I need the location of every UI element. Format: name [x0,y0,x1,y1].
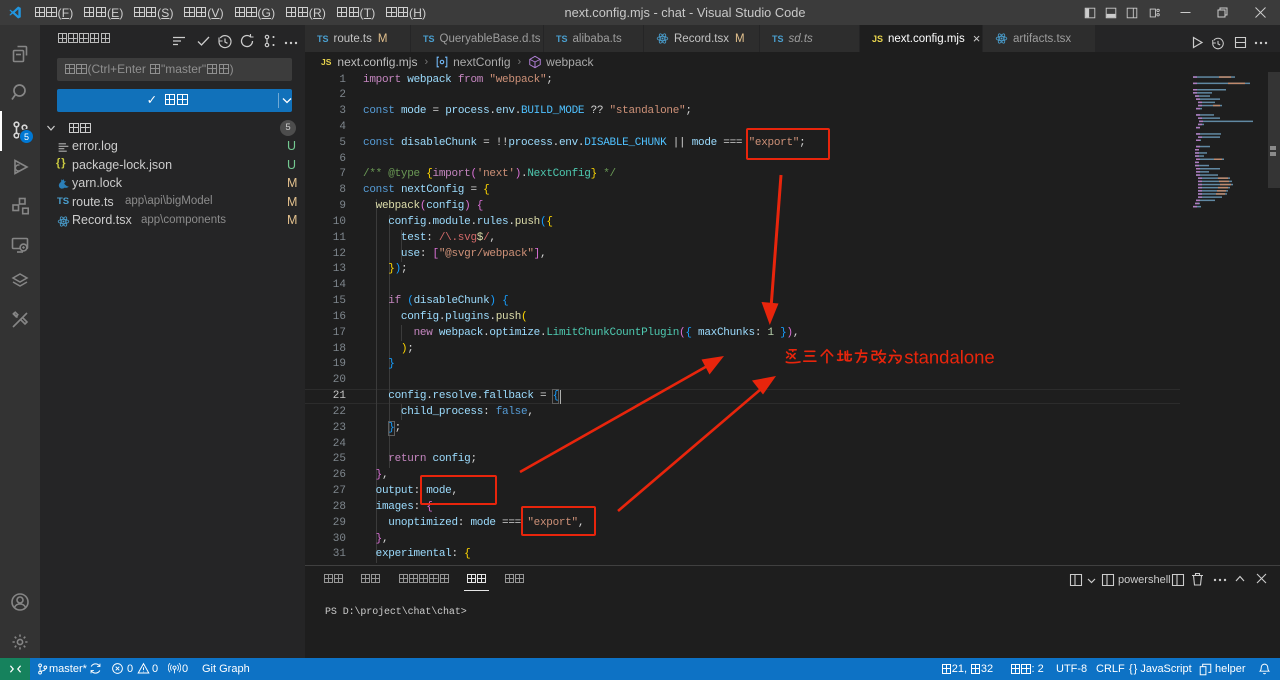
svg-text:standalone: standalone [904,347,995,368]
